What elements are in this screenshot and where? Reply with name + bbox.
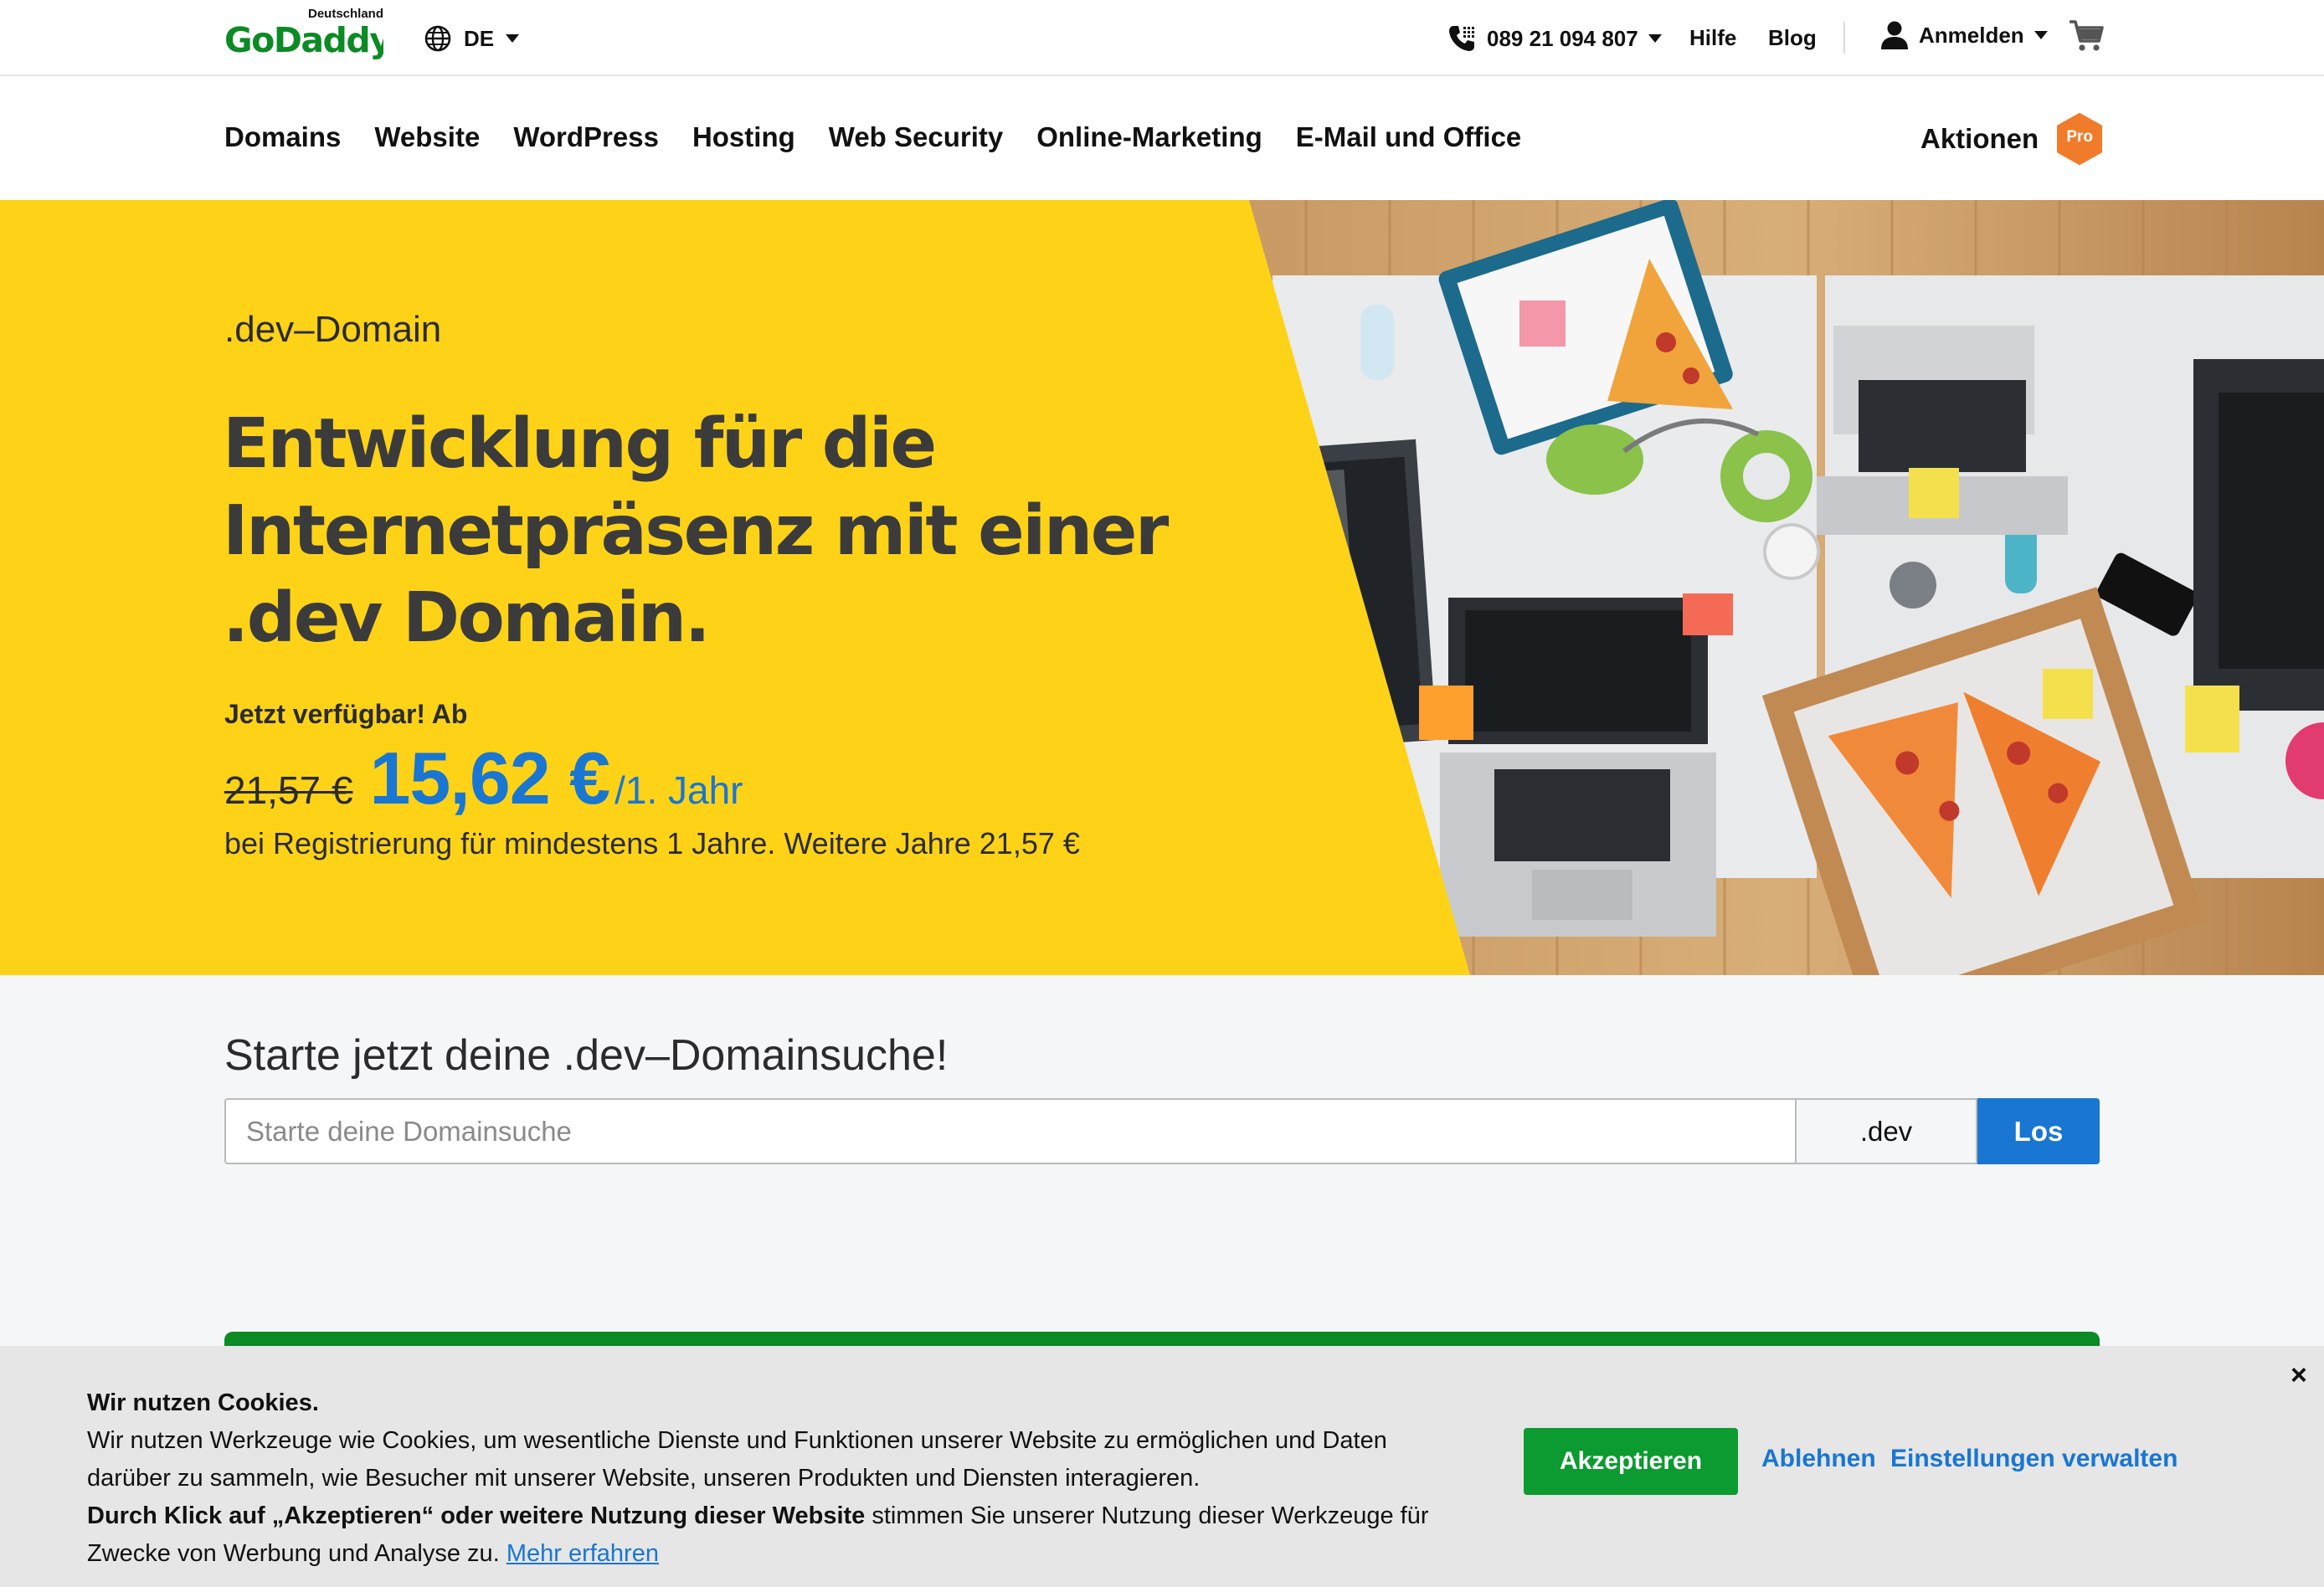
- new-price: 15,62 €: [369, 737, 610, 819]
- cookie-text: Wir nutzen Cookies. Wir nutzen Werkzeuge…: [87, 1384, 1443, 1573]
- old-price: 21,57 €: [224, 768, 353, 812]
- top-bar: Deutschland GoDaddy DE 089 21 094 807 Hi…: [0, 0, 2324, 76]
- nav-items: Domains Website WordPress Hosting Web Se…: [224, 121, 1555, 153]
- availability-label: Jetzt verfügbar! Ab: [224, 699, 468, 729]
- close-icon[interactable]: ×: [2291, 1359, 2307, 1392]
- decline-cookies-link[interactable]: Ablehnen: [1761, 1445, 1876, 1473]
- price-terms: bei Registrierung für mindestens 1 Jahre…: [224, 826, 1080, 860]
- divider: [1843, 22, 1845, 54]
- cookie-consent: Durch Klick auf „Akzeptieren“ oder weite…: [87, 1497, 1443, 1573]
- hero-banner: .dev–Domain Entwicklung für die Internet…: [0, 200, 2324, 975]
- manage-settings-link[interactable]: Einstellungen verwalten: [1890, 1445, 2177, 1473]
- cookie-banner: Wir nutzen Cookies. Wir nutzen Werkzeuge…: [0, 1346, 2324, 1587]
- domain-search-bar: .dev Los: [224, 1098, 2100, 1164]
- phone-menu[interactable]: 089 21 094 807: [1447, 23, 1662, 54]
- globe-icon: [424, 25, 451, 52]
- svg-text:GoDaddy: GoDaddy: [224, 20, 383, 60]
- price-period: /1. Jahr: [614, 768, 743, 812]
- nav-hosting[interactable]: Hosting: [692, 121, 795, 153]
- promotions-link[interactable]: Aktionen Pro: [1920, 113, 2104, 165]
- cookie-body: Wir nutzen Werkzeuge wie Cookies, um wes…: [87, 1427, 1387, 1492]
- cookie-title: Wir nutzen Cookies.: [87, 1389, 319, 1416]
- language-label: DE: [464, 25, 495, 51]
- chevron-down-icon: [506, 34, 520, 43]
- hero-headline: Entwicklung für die Internetpräsenz mit …: [223, 404, 1169, 658]
- promotions-label: Aktionen: [1920, 123, 2039, 154]
- tld-label: .dev: [1795, 1098, 1977, 1164]
- cookie-consent-bold: Durch Klick auf „Akzeptieren“ oder weite…: [87, 1502, 866, 1529]
- phone-icon: [1449, 26, 1474, 51]
- nav-wordpress[interactable]: WordPress: [513, 121, 659, 153]
- nav-online-marketing[interactable]: Online-Marketing: [1036, 121, 1262, 153]
- phone-number: 089 21 094 807: [1487, 25, 1638, 51]
- search-button[interactable]: Los: [1977, 1098, 2100, 1164]
- main-navigation: Domains Website WordPress Hosting Web Se…: [0, 76, 2324, 200]
- nav-domains[interactable]: Domains: [224, 121, 341, 153]
- language-selector[interactable]: DE: [424, 22, 520, 55]
- chevron-down-icon: [1648, 34, 1662, 43]
- search-title: Starte jetzt deine .dev–Domainsuche!: [224, 1031, 949, 1080]
- godaddy-logo[interactable]: Deutschland GoDaddy: [224, 7, 383, 60]
- pro-badge: Pro: [2055, 113, 2104, 165]
- chevron-down-icon: [2034, 31, 2048, 39]
- shopping-cart-icon: [2069, 20, 2104, 51]
- logo-wordmark: GoDaddy: [224, 20, 383, 60]
- hero-eyebrow: .dev–Domain: [224, 309, 442, 350]
- nav-web-security[interactable]: Web Security: [829, 121, 1003, 153]
- accept-cookies-button[interactable]: Akzeptieren: [1524, 1428, 1738, 1495]
- nav-email-office[interactable]: E-Mail und Office: [1296, 121, 1522, 153]
- pro-badge-label: Pro: [2066, 128, 2094, 146]
- blog-link[interactable]: Blog: [1768, 25, 1817, 51]
- user-icon: [1881, 21, 1908, 49]
- learn-more-link[interactable]: Mehr erfahren: [506, 1540, 659, 1567]
- nav-website[interactable]: Website: [374, 121, 480, 153]
- signin-label: Anmelden: [1919, 22, 2024, 48]
- signin-menu[interactable]: Anmelden: [1880, 20, 2048, 50]
- price-line: 21,57 € 15,62 € /1. Jahr: [224, 736, 743, 821]
- domain-search-input[interactable]: [224, 1098, 1795, 1164]
- cart-button[interactable]: [2068, 18, 2105, 58]
- help-link[interactable]: Hilfe: [1689, 25, 1736, 51]
